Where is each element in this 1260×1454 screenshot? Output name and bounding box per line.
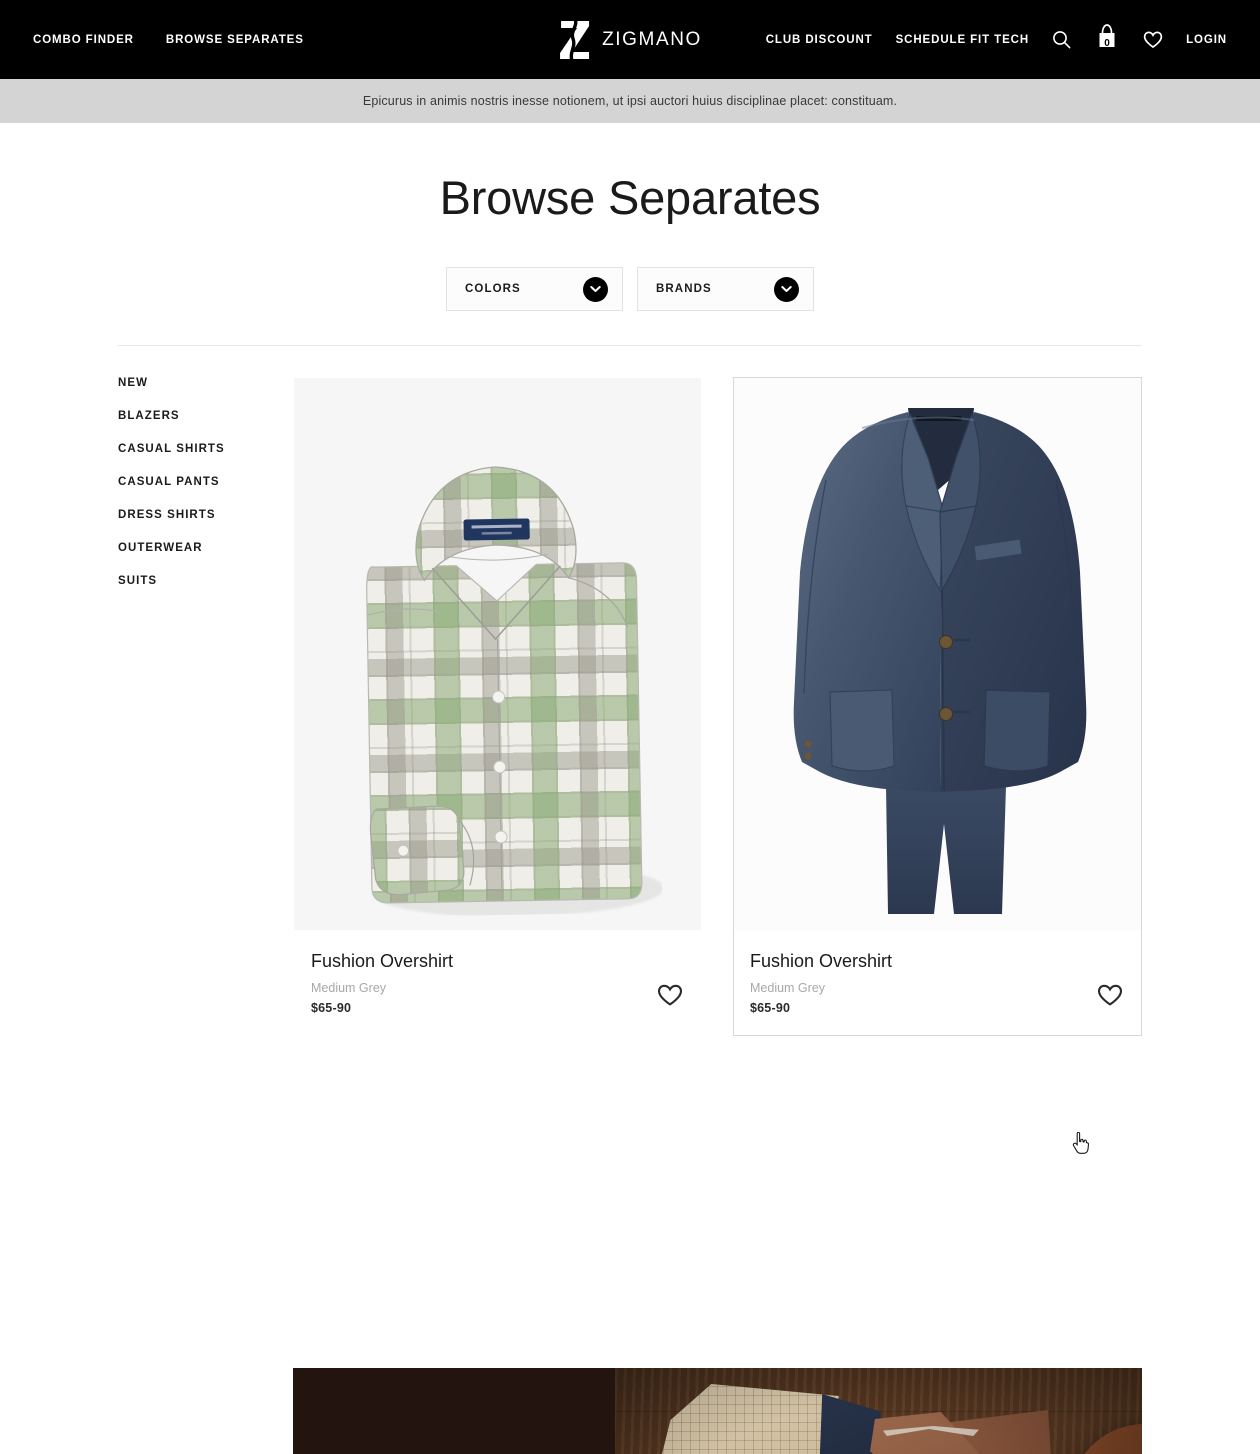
- product-grid: Fushion Overshirt Medium Grey $65-90 Fus…: [293, 377, 1142, 1036]
- nav-club-discount[interactable]: CLUB DISCOUNT: [766, 34, 873, 46]
- primary-nav-left: COMBO FINDER BROWSE SEPARATES: [33, 34, 304, 46]
- sidebar-item-dress-shirts[interactable]: DRESS SHIRTS: [118, 509, 288, 521]
- product-name: Fushion Overshirt: [750, 951, 893, 971]
- product-price: $65-90: [750, 1001, 791, 1015]
- filter-brands[interactable]: BRANDS: [637, 267, 814, 311]
- product-color: Medium Grey: [311, 981, 387, 995]
- primary-nav-right: CLUB DISCOUNT SCHEDULE FIT TECH 0 LOGIN: [766, 23, 1227, 57]
- navy-suit-illustration: [768, 394, 1108, 914]
- page-title: Browse Separates: [439, 171, 821, 224]
- sidebar-item-casual-pants[interactable]: CASUAL PANTS: [118, 476, 288, 488]
- announcement-bar: Epicurus in animis nostris inesse notion…: [0, 79, 1260, 123]
- plaid-shirt-illustration: [333, 412, 664, 918]
- promo-banner[interactable]: Too much hassle? Get the whole look. SHO…: [293, 1368, 1142, 1454]
- product-image-plaid-shirt: [294, 378, 701, 930]
- shopping-bag-icon[interactable]: 0: [1094, 23, 1120, 57]
- product-price: $65-90: [311, 1001, 352, 1015]
- favorite-heart-icon[interactable]: [1097, 984, 1123, 1007]
- product-card[interactable]: Fushion Overshirt Medium Grey $65-90: [733, 377, 1142, 1036]
- filter-brands-label: BRANDS: [656, 283, 712, 295]
- sidebar-item-new[interactable]: NEW: [118, 377, 288, 389]
- sidebar-item-outerwear[interactable]: OUTERWEAR: [118, 542, 288, 554]
- product-info: Fushion Overshirt Medium Grey $65-90: [734, 930, 1141, 1035]
- sidebar-item-casual-shirts[interactable]: CASUAL SHIRTS: [118, 443, 288, 455]
- nav-combo-finder[interactable]: COMBO FINDER: [33, 34, 134, 46]
- filter-bar: COLORS BRANDS: [0, 267, 1260, 311]
- promo-photo: [615, 1368, 1142, 1454]
- product-name: Fushion Overshirt: [311, 951, 454, 971]
- promo-text-panel: Too much hassle? Get the whole look. SHO…: [293, 1368, 615, 1454]
- product-color: Medium Grey: [750, 981, 826, 995]
- wishlist-heart-icon[interactable]: [1143, 31, 1163, 49]
- filter-colors[interactable]: COLORS: [446, 267, 623, 311]
- brand-name: ZIGMANO: [602, 28, 702, 50]
- product-info: Fushion Overshirt Medium Grey $65-90: [294, 930, 701, 1035]
- section-divider: [118, 345, 1142, 346]
- photo-vignette: [615, 1368, 1142, 1454]
- site-header: COMBO FINDER BROWSE SEPARATES ZIGMANO CL…: [0, 0, 1260, 79]
- product-image-navy-suit: [734, 378, 1141, 930]
- filter-colors-label: COLORS: [465, 283, 521, 295]
- chevron-down-icon: [583, 276, 608, 302]
- favorite-heart-icon[interactable]: [657, 984, 683, 1007]
- product-card[interactable]: Fushion Overshirt Medium Grey $65-90: [293, 377, 702, 1036]
- sidebar-item-blazers[interactable]: BLAZERS: [118, 410, 288, 422]
- nav-browse-separates[interactable]: BROWSE SEPARATES: [166, 34, 304, 46]
- search-icon[interactable]: [1052, 30, 1071, 49]
- announcement-text: Epicurus in animis nostris inesse notion…: [362, 94, 898, 108]
- login-link[interactable]: LOGIN: [1186, 34, 1227, 46]
- zigmano-z-logo-icon: [560, 18, 590, 61]
- nav-schedule-fit-tech[interactable]: SCHEDULE FIT TECH: [896, 34, 1030, 46]
- category-sidebar: NEW BLAZERS CASUAL SHIRTS CASUAL PANTS D…: [118, 377, 288, 608]
- pointer-hand-cursor: [1072, 1132, 1089, 1154]
- chevron-down-icon: [774, 276, 799, 302]
- sidebar-item-suits[interactable]: SUITS: [118, 575, 288, 587]
- brand-logo[interactable]: ZIGMANO: [558, 18, 702, 61]
